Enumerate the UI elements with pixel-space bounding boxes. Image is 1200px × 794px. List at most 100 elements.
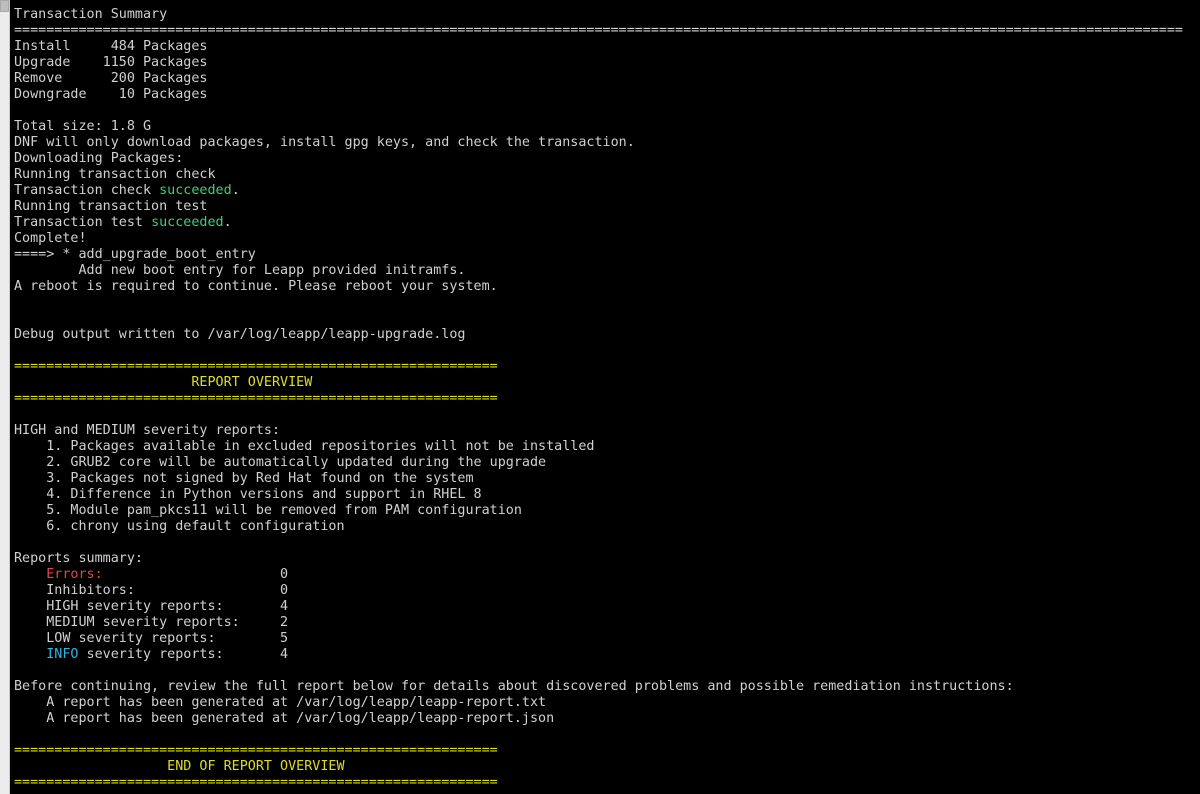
terminal-text: . [223,215,232,230]
terminal-text: A report has been generated at /var/log/… [14,695,547,710]
terminal-line: Remove 200 Packages [14,71,1200,87]
colored-text-cyan: INFO [46,647,79,662]
colored-text-green: succeeded [151,215,224,230]
terminal-line: Add new boot entry for Leapp provided in… [14,263,1200,279]
colored-text-yellow: END OF REPORT OVERVIEW [14,759,345,774]
terminal-text: 5. Module pam_pkcs11 will be removed fro… [14,503,522,518]
left-scrollbar[interactable] [0,0,10,794]
scrollbar-thumb[interactable] [0,0,9,12]
terminal-line: Inhibitors: 0 [14,583,1200,599]
terminal-line: ========================================… [14,391,1200,407]
terminal-text: Inhibitors: 0 [14,583,289,598]
terminal-line: REPORT OVERVIEW [14,375,1200,391]
terminal-line: ====> * add_upgrade_boot_entry [14,247,1200,263]
terminal-text: Transaction check [14,183,160,198]
terminal-line: 2. GRUB2 core will be automatically upda… [14,455,1200,471]
terminal-text: Downgrade 10 Packages [14,87,208,102]
terminal-line: Downgrade 10 Packages [14,87,1200,103]
terminal-line: A reboot is required to continue. Please… [14,279,1200,295]
colored-text-red: Errors: [46,567,103,582]
terminal-line: A report has been generated at /var/log/… [14,695,1200,711]
terminal-line: ========================================… [14,775,1200,791]
terminal-line: 6. chrony using default configuration [14,519,1200,535]
terminal-text: DNF will only download packages, install… [14,135,635,150]
terminal-line: Transaction test succeeded. [14,215,1200,231]
terminal-line: DNF will only download packages, install… [14,135,1200,151]
terminal-text: Running transaction check [14,167,216,182]
terminal-line: Downloading Packages: [14,151,1200,167]
terminal-line: A report has been generated at /var/log/… [14,711,1200,727]
terminal-text: 6. chrony using default configuration [14,519,345,534]
terminal-line: Before continuing, review the full repor… [14,679,1200,695]
terminal-line: Transaction check succeeded. [14,183,1200,199]
terminal-text: 3. Packages not signed by Red Hat found … [14,471,474,486]
terminal-window: Transaction Summary =====================… [0,0,1200,794]
terminal-line: ========================================… [14,23,1200,39]
terminal-text: Reports summary: [14,551,143,566]
terminal-line: HIGH and MEDIUM severity reports: [14,423,1200,439]
terminal-line: MEDIUM severity reports: 2 [14,615,1200,631]
terminal-line: Total size: 1.8 G [14,119,1200,135]
terminal-text: LOW severity reports: 5 [14,631,289,646]
terminal-text: Running transaction test [14,199,208,214]
terminal-line: 1. Packages available in excluded reposi… [14,439,1200,455]
terminal-text: 4. Difference in Python versions and sup… [14,487,482,502]
terminal-line: Debug output written to /var/log/leapp/l… [14,327,1200,343]
terminal-line: Running transaction check [14,167,1200,183]
terminal-text: Remove 200 Packages [14,71,208,86]
terminal-text: 1. Packages available in excluded reposi… [14,439,595,454]
terminal-text: HIGH and MEDIUM severity reports: [14,423,281,438]
terminal-text: MEDIUM severity reports: 2 [14,615,289,630]
terminal-line: Upgrade 1150 Packages [14,55,1200,71]
colored-text-yellow: REPORT OVERVIEW [14,375,313,390]
terminal-lines: Transaction Summary =====================… [14,7,1200,791]
terminal-text: HIGH severity reports: 4 [14,599,289,614]
terminal-line: Errors: 0 [14,567,1200,583]
terminal-line: HIGH severity reports: 4 [14,599,1200,615]
terminal-text: . [231,183,240,198]
terminal-line: LOW severity reports: 5 [14,631,1200,647]
colored-text-yellow: ========================================… [14,743,498,758]
terminal-line: Install 484 Packages [14,39,1200,55]
terminal-text: 0 [102,567,289,582]
terminal-text: A report has been generated at /var/log/… [14,711,555,726]
terminal-line: Complete! [14,231,1200,247]
terminal-text: ========================================… [14,23,1183,38]
terminal-text: ====> * add_upgrade_boot_entry [14,247,256,262]
terminal-line: Reports summary: [14,551,1200,567]
terminal-output[interactable]: Transaction Summary =====================… [10,0,1200,794]
colored-text-green: succeeded [159,183,232,198]
terminal-line: ========================================… [14,359,1200,375]
terminal-text: Total size: 1.8 G [14,119,152,134]
terminal-line: 4. Difference in Python versions and sup… [14,487,1200,503]
terminal-text: Add new boot entry for Leapp provided in… [14,263,466,278]
terminal-line: 5. Module pam_pkcs11 will be removed fro… [14,503,1200,519]
terminal-text: severity reports: 4 [78,647,289,662]
terminal-text: A reboot is required to continue. Please… [14,279,498,294]
terminal-line: INFO severity reports: 4 [14,647,1200,663]
colored-text-yellow: ========================================… [14,391,498,406]
terminal-text: Downloading Packages: [14,151,184,166]
terminal-text: 2. GRUB2 core will be automatically upda… [14,455,547,470]
terminal-text: Install 484 Packages [14,39,208,54]
colored-text-yellow: ========================================… [14,359,498,374]
terminal-line: END OF REPORT OVERVIEW [14,759,1200,775]
terminal-text: Debug output written to /var/log/leapp/l… [14,327,466,342]
terminal-line: Running transaction test [14,199,1200,215]
terminal-text: Transaction Summary [14,7,168,22]
terminal-text: Transaction test [14,215,152,230]
colored-text-yellow: ========================================… [14,775,498,790]
terminal-text: Complete! [14,231,87,246]
terminal-text: Before continuing, review the full repor… [14,679,1014,694]
terminal-line: 3. Packages not signed by Red Hat found … [14,471,1200,487]
terminal-line: Transaction Summary [14,7,1200,23]
